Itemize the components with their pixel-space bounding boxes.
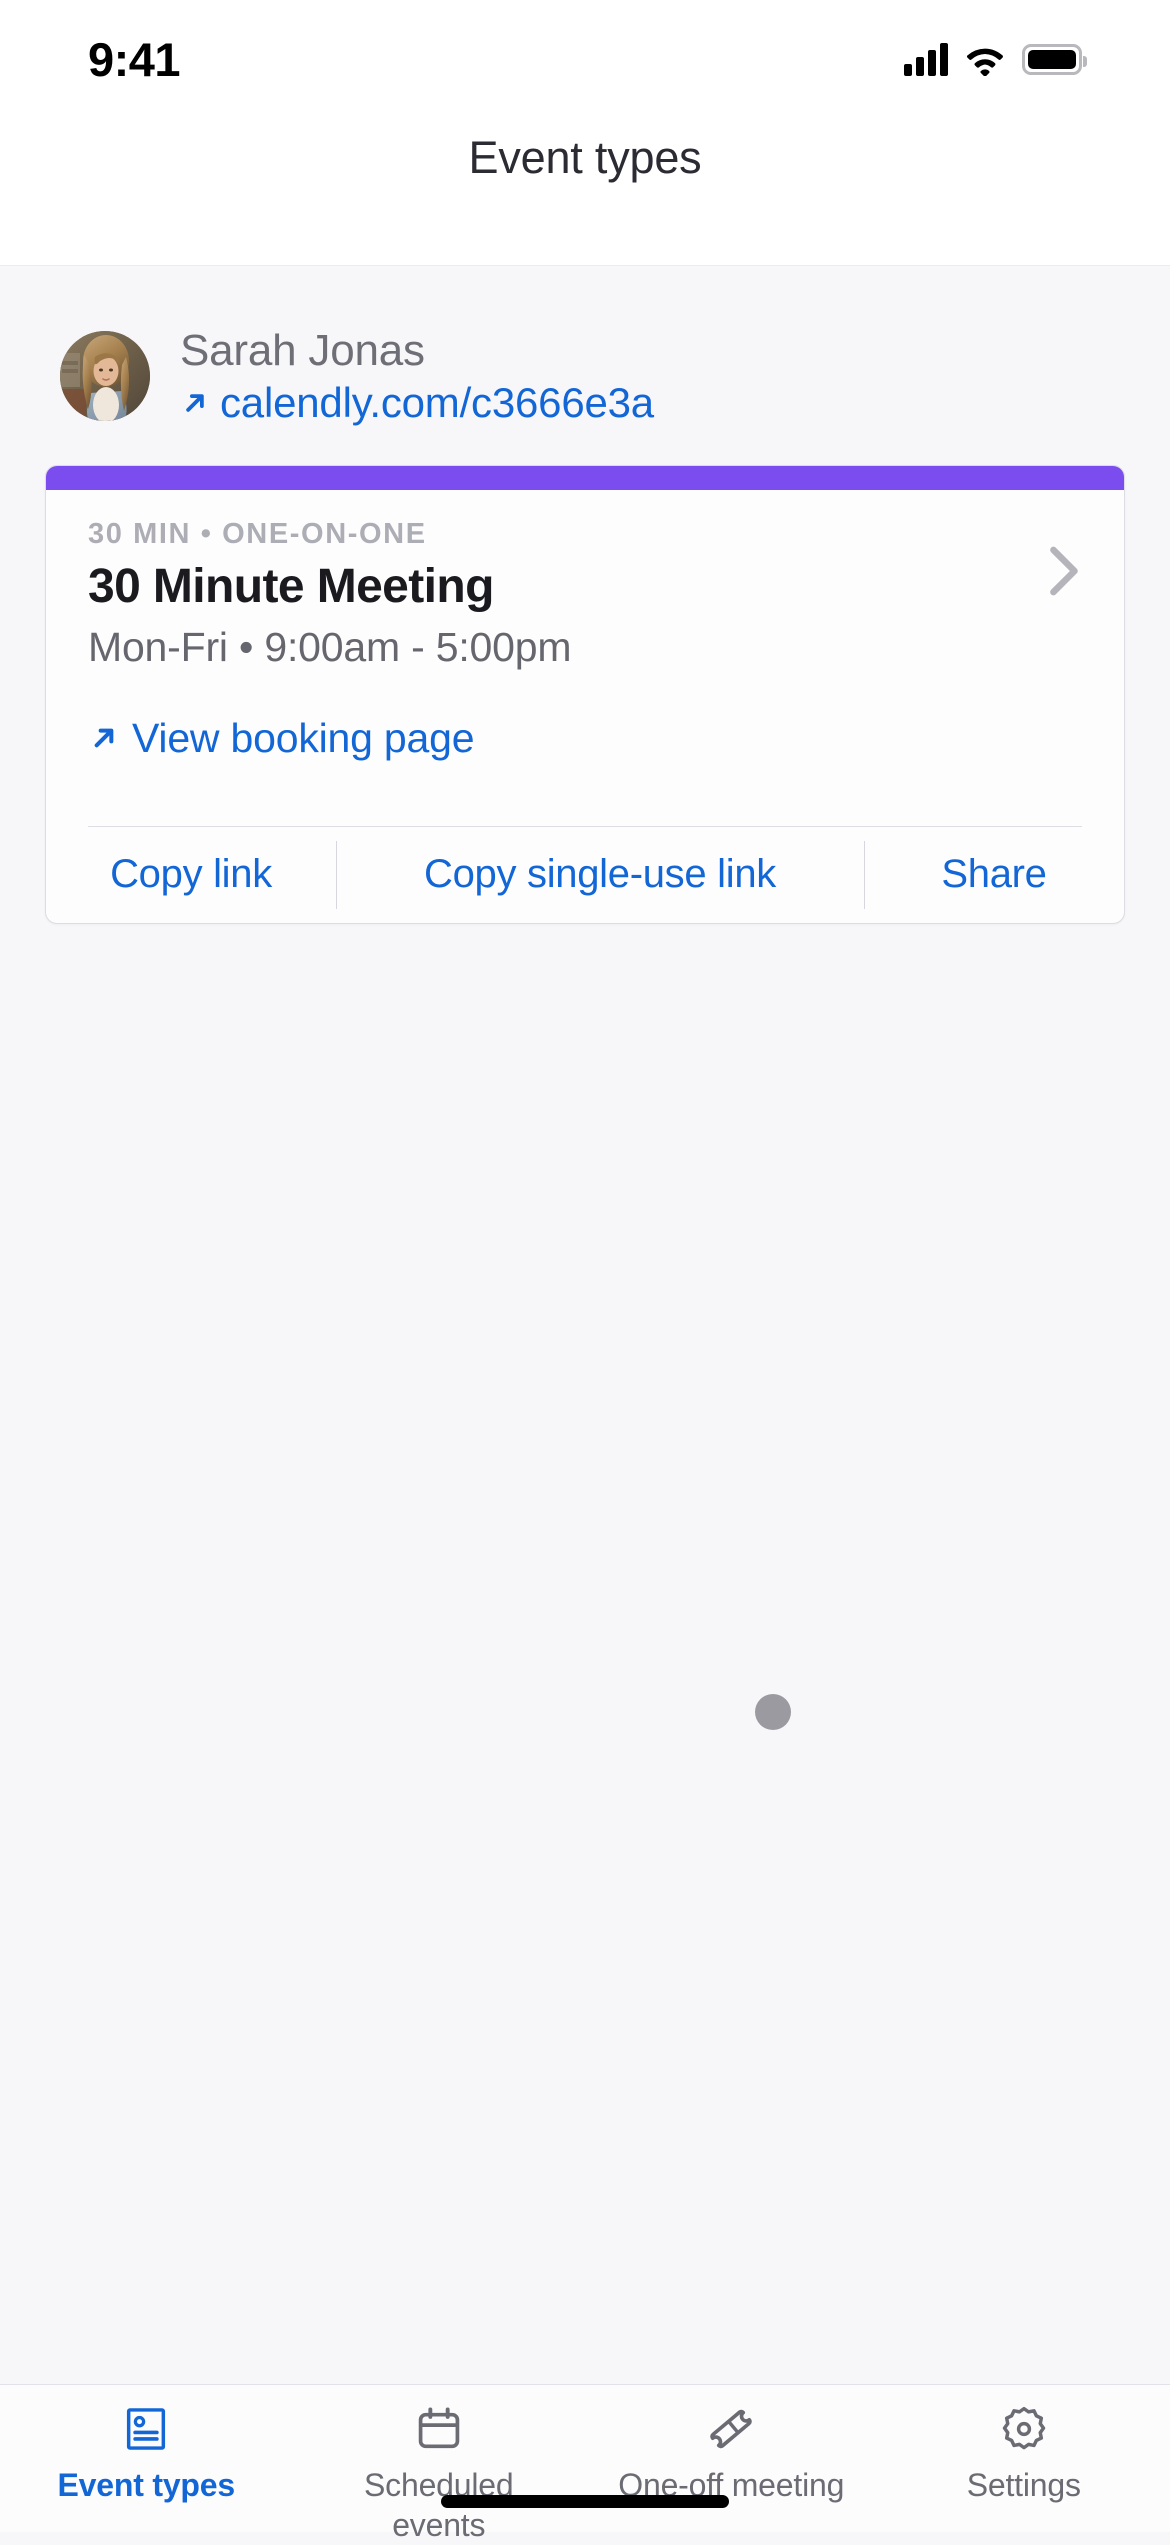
event-card-meta: 30 MIN • ONE-ON-ONE [88, 518, 1082, 551]
external-link-arrow-icon [180, 388, 210, 418]
loading-spinner-dot [755, 1694, 791, 1730]
avatar[interactable] [60, 331, 150, 421]
external-link-arrow-icon [88, 722, 120, 754]
event-card-schedule: Mon-Fri • 9:00am - 5:00pm [88, 624, 1082, 671]
view-booking-page-link[interactable]: View booking page [88, 715, 1082, 762]
tab-event-types[interactable]: Event types [0, 2403, 293, 2505]
status-bar-indicators [904, 43, 1082, 76]
wifi-icon [964, 43, 1006, 76]
profile-booking-link[interactable]: calendly.com/c3666e3a [180, 379, 654, 427]
battery-full-icon [1022, 44, 1082, 75]
tab-scheduled-events[interactable]: Scheduled events [293, 2403, 586, 2545]
profile-name: Sarah Jonas [180, 326, 654, 377]
tab-one-off-meeting[interactable]: One-off meeting [585, 2403, 878, 2505]
tab-event-types-label: Event types [58, 2465, 235, 2505]
profile-text: Sarah Jonas calendly.com/c3666e3a [180, 326, 654, 427]
scroll-content: Sarah Jonas calendly.com/c3666e3a 30 MIN… [0, 266, 1170, 2384]
nav-header: Event types [0, 100, 1170, 266]
event-type-card[interactable]: 30 MIN • ONE-ON-ONE 30 Minute Meeting Mo… [45, 465, 1125, 924]
share-button[interactable]: Share [864, 827, 1124, 923]
event-card-body[interactable]: 30 MIN • ONE-ON-ONE 30 Minute Meeting Mo… [46, 490, 1124, 798]
copy-link-button[interactable]: Copy link [46, 827, 336, 923]
event-card-actions: Copy link Copy single-use link Share [46, 827, 1124, 923]
status-bar: 9:41 [0, 0, 1170, 100]
tab-settings[interactable]: Settings [878, 2403, 1170, 2505]
bottom-tab-bar: Event types Scheduled events One-off mee… [0, 2384, 1170, 2532]
status-bar-time: 9:41 [88, 32, 180, 87]
gear-icon [998, 2403, 1050, 2455]
event-card-title: 30 Minute Meeting [88, 559, 1082, 616]
calendar-icon [413, 2403, 465, 2455]
page-title: Event types [469, 132, 702, 184]
profile-row[interactable]: Sarah Jonas calendly.com/c3666e3a [0, 266, 1170, 427]
event-card-accent-stripe [46, 466, 1124, 490]
tab-settings-label: Settings [967, 2465, 1081, 2505]
cellular-bars-icon [904, 43, 948, 76]
home-indicator [441, 2495, 729, 2508]
copy-single-use-link-button[interactable]: Copy single-use link [336, 827, 864, 923]
chevron-right-icon[interactable] [1040, 542, 1086, 600]
ticket-icon [705, 2403, 757, 2455]
profile-link-text: calendly.com/c3666e3a [220, 379, 654, 427]
contact-card-icon [120, 2403, 172, 2455]
view-booking-page-label: View booking page [132, 715, 474, 762]
